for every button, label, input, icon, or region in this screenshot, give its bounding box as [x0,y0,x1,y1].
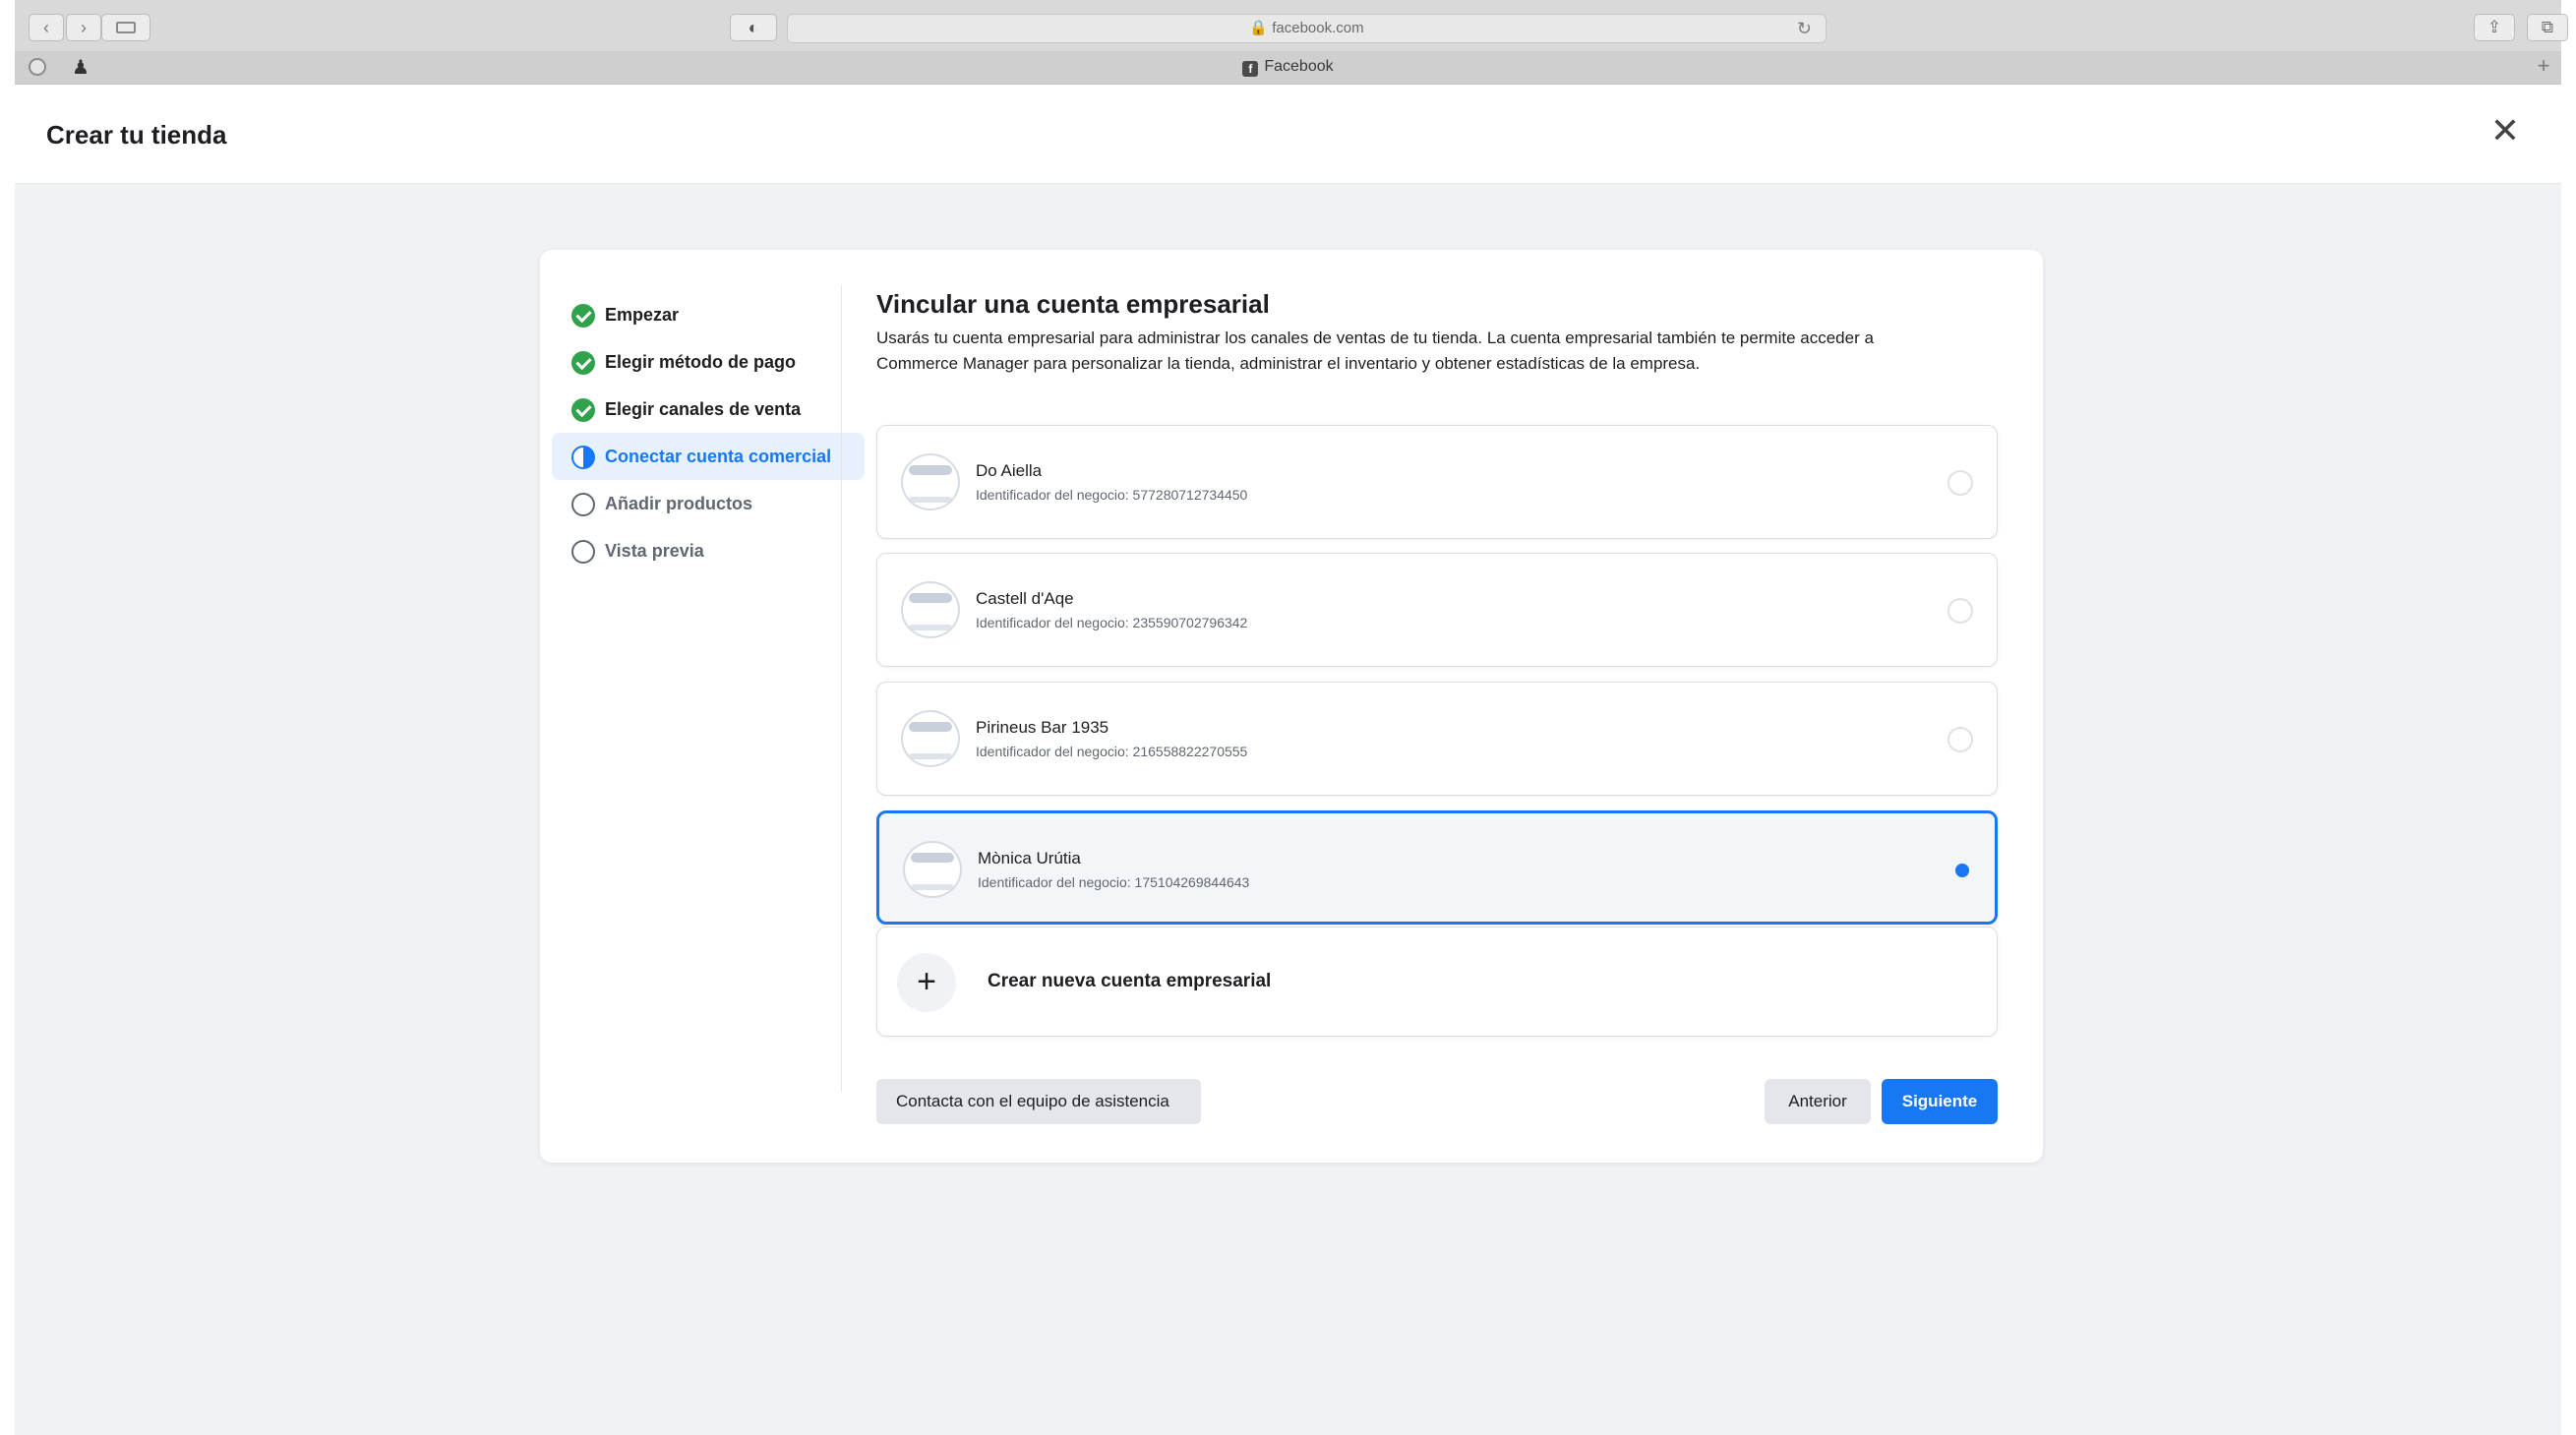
browser-toolbar: ‹ › ◐ 🔒 facebook.com ↻ ⇪ ⧉ [15,10,2568,51]
plus-icon: + [897,953,956,1012]
business-avatar-icon [901,581,960,638]
half-circle-icon [571,446,595,469]
step-label: Empezar [605,304,680,325]
step-label: Conectar cuenta comercial [605,446,832,466]
empty-circle-icon [571,493,595,516]
step-empezar[interactable]: Empezar [552,291,819,338]
close-icon[interactable]: ✕ [2490,110,2520,151]
navigation-buttons: ‹ › [29,14,101,41]
account-option[interactable]: Pirineus Bar 1935 Identificador del nego… [876,682,1998,796]
account-option-selected[interactable]: Mònica Urútia Identificador del negocio:… [876,810,1998,925]
account-name: Pirineus Bar 1935 [976,718,1109,737]
section-description: Usarás tu cuenta empresarial para admini… [876,329,1874,373]
account-name: Mònica Urútia [978,849,1081,867]
back-icon[interactable]: ‹ [29,14,64,41]
account-id: Identificador del negocio: 2355907027963… [976,615,1248,630]
step-vista-previa[interactable]: Vista previa [552,527,819,574]
browser-chrome: ‹ › ◐ 🔒 facebook.com ↻ ⇪ ⧉ ♟ f Facebook + [15,0,2568,85]
next-button[interactable]: Siguiente [1882,1079,1998,1124]
account-name: Do Aiella [976,461,1043,480]
step-label: Elegir método de pago [605,351,797,372]
tab-label: Facebook [1264,58,1334,75]
facebook-icon: f [1242,61,1259,77]
account-name: Castell d'Aqe [976,589,1074,608]
step-label: Vista previa [605,540,704,561]
tab-overview-icon[interactable]: ⧉ [2527,14,2568,41]
steps-sidebar: Empezar Elegir método de pago Elegir can… [552,291,865,574]
forward-icon[interactable]: › [66,14,101,41]
business-avatar-icon [903,841,962,898]
share-icon[interactable]: ⇪ [2474,14,2515,41]
step-conectar-cuenta[interactable]: Conectar cuenta comercial [552,433,865,480]
radio-button[interactable] [1947,598,1973,624]
step-label: Elegir canales de venta [605,398,802,419]
check-circle-icon [571,304,595,328]
create-account-label: Crear nueva cuenta empresarial [988,971,1272,991]
create-business-account-button[interactable]: + Crear nueva cuenta empresarial [876,927,1998,1037]
sidebar-divider [841,285,842,1092]
main-content: Vincular una cuenta empresarial Usarás t… [876,289,1998,1124]
setup-card: Empezar Elegir método de pago Elegir can… [540,250,2043,1163]
modal-header: Crear tu tienda ✕ [15,85,2561,184]
new-tab-icon[interactable]: + [2532,55,2555,79]
account-id: Identificador del negocio: 5772807127344… [976,487,1248,503]
sidebar-toggle-button[interactable] [101,14,150,41]
previous-button[interactable]: Anterior [1765,1079,1871,1124]
section-title: Vincular una cuenta empresarial [876,289,1270,319]
radio-button[interactable] [1947,470,1973,496]
check-circle-icon [571,398,595,422]
page-title: Crear tu tienda [46,120,227,149]
step-metodo-pago[interactable]: Elegir método de pago [552,338,819,386]
empty-circle-icon [571,540,595,564]
tab-bar: ♟ f Facebook + [15,51,2561,84]
step-label: Añadir productos [605,493,753,513]
address-bar[interactable]: 🔒 facebook.com ↻ [787,14,1827,43]
account-option[interactable]: Do Aiella Identificador del negocio: 577… [876,425,1998,539]
radio-button[interactable] [1947,727,1973,752]
reload-icon[interactable]: ↻ [1797,15,1812,42]
account-id: Identificador del negocio: 2165588222705… [976,744,1248,759]
tab-facebook[interactable]: f Facebook [15,58,2561,77]
sidebar-icon [116,22,136,33]
business-avatar-icon [901,453,960,510]
step-anadir-productos[interactable]: Añadir productos [552,480,819,527]
check-circle-icon [571,351,595,375]
business-avatar-icon [901,710,960,767]
account-id: Identificador del negocio: 1751042698446… [978,874,1250,890]
account-option[interactable]: Castell d'Aqe Identificador del negocio:… [876,553,1998,667]
url-text: 🔒 facebook.com [1249,20,1364,36]
radio-button-selected[interactable] [1947,856,1973,881]
contact-support-button[interactable]: Contacta con el equipo de asistencia [876,1079,1201,1124]
step-canales-venta[interactable]: Elegir canales de venta [552,386,819,433]
privacy-report-icon[interactable]: ◐ [730,14,777,41]
